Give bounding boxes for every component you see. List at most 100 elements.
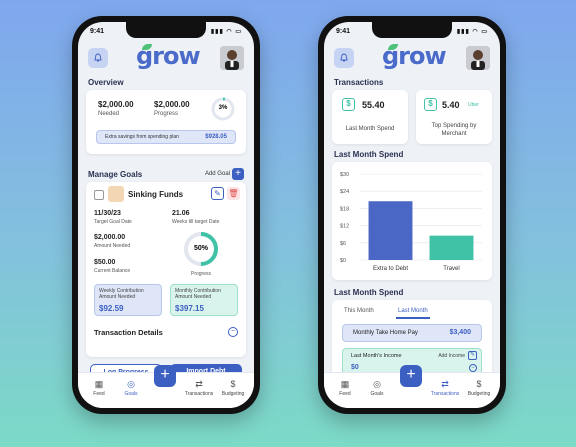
top-merchant-card: $ 5.40 Uber Top Spending by Merchant xyxy=(416,90,492,144)
transactions-title: Transactions xyxy=(334,78,384,87)
dollar-icon: $ xyxy=(342,98,355,111)
add-income-label[interactable]: Add Income xyxy=(438,353,465,359)
edit-icon[interactable]: ✎ xyxy=(211,187,224,200)
spend-chart-card: $30 $24 $18 $12 $6 $0 Extra to Debt Travel xyxy=(332,162,492,280)
nav-feed[interactable]: ▦ Feed xyxy=(328,379,362,397)
trash-icon[interactable]: 🗑 xyxy=(227,187,240,200)
chart2-title: Last Month Spend xyxy=(334,288,404,297)
monthly-amount: $397.15 xyxy=(175,304,204,313)
goal-name: Sinking Funds xyxy=(128,190,184,199)
signal-icon: ▮▮▮ ◠ ▭ xyxy=(210,29,242,35)
chart-title: Last Month Spend xyxy=(334,150,404,159)
dollar-icon: $ xyxy=(424,98,437,111)
nav-goals[interactable]: ◎ Goals xyxy=(360,379,394,397)
extra-savings-bar: Extra savings from spending plan $928.05 xyxy=(96,130,236,144)
target-date: 11/30/23 xyxy=(94,210,121,217)
tab-this-month[interactable]: This Month xyxy=(344,308,374,314)
status-time: 9:41 xyxy=(90,28,105,35)
status-time: 9:41 xyxy=(336,28,351,35)
weeks-label: Weeks till target Date xyxy=(172,219,220,225)
y-tick-label: $24 xyxy=(340,189,349,195)
amount-needed: $2,000.00 xyxy=(94,234,126,241)
dollar-icon: $ xyxy=(476,379,482,389)
nav-feed[interactable]: ▦ Feed xyxy=(82,379,116,397)
swap-icon: ⇄ xyxy=(195,379,203,389)
goals-screen: 9:41 ▮▮▮ ◠ ▭ grow Overview $2,000.00 Nee… xyxy=(78,22,254,408)
y-tick-label: $18 xyxy=(340,206,349,212)
y-tick-label: $30 xyxy=(340,172,349,178)
current-balance-label: Current Balance xyxy=(94,268,131,274)
goal-checkbox[interactable] xyxy=(94,190,104,200)
overview-title: Overview xyxy=(88,78,124,87)
dollar-icon: $ xyxy=(230,379,236,389)
card1-label: Last Month Spend xyxy=(345,126,395,132)
phone-transactions: 9:41 ▮▮▮ ◠ ▭ grow Transactions $ 55.40 L… xyxy=(318,16,506,414)
bottom-nav: ▦ Feed ◎ Goals + ⇄ Transactions $ Budgeting xyxy=(324,365,500,408)
needed-amount: $2,000.00 xyxy=(98,100,134,109)
tab-last-month[interactable]: Last Month xyxy=(398,308,428,314)
nav-budgeting[interactable]: $ Budgeting xyxy=(462,379,496,397)
card2-amount: 5.40 xyxy=(442,100,460,110)
nav-budgeting[interactable]: $ Budgeting xyxy=(216,379,250,397)
weekly-label: Weekly Contribution Amount Needed xyxy=(99,288,144,300)
header: grow xyxy=(324,40,500,80)
income-amount: $0 xyxy=(351,364,359,371)
signal-icon: ▮▮▮ ◠ ▭ xyxy=(456,29,488,35)
nav-transactions[interactable]: ⇄ Transactions xyxy=(428,379,462,397)
grow-logo: grow xyxy=(136,42,201,70)
monthly-label: Monthly Contribution Amount Needed xyxy=(175,288,221,300)
avatar[interactable] xyxy=(220,46,244,70)
current-balance: $50.00 xyxy=(94,259,116,266)
add-button[interactable]: + xyxy=(400,365,422,387)
take-home-amount: $3,400 xyxy=(449,329,471,336)
extra-savings-text: Extra savings from spending plan xyxy=(105,134,179,140)
add-goal-button[interactable]: + xyxy=(232,168,244,180)
manage-goals-title: Manage Goals xyxy=(88,170,143,179)
progress-amount: $2,000.00 xyxy=(154,100,190,109)
weeks-value: 21.06 xyxy=(172,210,190,217)
bar[interactable] xyxy=(429,235,474,260)
nav-transactions[interactable]: ⇄ Transactions xyxy=(182,379,216,397)
grid-icon: ▦ xyxy=(340,379,350,389)
nav-goals[interactable]: ◎ Goals xyxy=(114,379,148,397)
add-button[interactable]: + xyxy=(154,365,176,387)
card1-amount: 55.40 xyxy=(362,100,385,110)
take-home-label: Monthly Take Home Pay xyxy=(353,330,418,336)
income-label: Last Month's Income xyxy=(351,353,402,359)
card2-label: Top Spending by Merchant xyxy=(431,123,477,137)
y-tick-label: $12 xyxy=(340,224,349,230)
needed-label: Needed xyxy=(98,111,120,117)
goal-image xyxy=(108,186,124,202)
card2-merchant: Uber xyxy=(468,102,479,108)
last-month-spend-card: $ 55.40 Last Month Spend xyxy=(332,90,408,144)
collapse-icon[interactable]: − xyxy=(228,327,238,337)
collapse-icon[interactable]: − xyxy=(469,364,477,372)
swap-icon: ⇄ xyxy=(441,379,449,389)
target-date-label: Target Goal Date xyxy=(94,219,132,225)
bell-icon[interactable] xyxy=(88,48,108,68)
edit-icon[interactable]: ✎ xyxy=(468,351,477,360)
bar[interactable] xyxy=(368,201,413,260)
extra-savings-amount: $928.05 xyxy=(205,134,227,140)
spend-bar-chart: $30 $24 $18 $12 $6 $0 Extra to Debt Travel xyxy=(340,172,482,272)
header: grow xyxy=(78,40,254,80)
bell-icon[interactable] xyxy=(334,48,354,68)
target-icon: ◎ xyxy=(373,379,381,389)
progress-label: Progress xyxy=(154,111,179,117)
goal-ring-label: Progress xyxy=(190,271,211,277)
transactions-screen: 9:41 ▮▮▮ ◠ ▭ grow Transactions $ 55.40 L… xyxy=(324,22,500,408)
overview-card: $2,000.00 Needed $2,000.00 Progress 3% E… xyxy=(86,90,246,154)
weekly-contribution: Weekly Contribution Amount Needed $92.59 xyxy=(94,284,162,316)
goal-ring-pct: 50% xyxy=(193,245,208,252)
weekly-amount: $92.59 xyxy=(99,304,124,313)
x-tick-label: Travel xyxy=(443,266,459,272)
progress-pct: 3% xyxy=(218,105,228,111)
transaction-details-title[interactable]: Transaction Details xyxy=(94,328,163,337)
avatar[interactable] xyxy=(466,46,490,70)
tab-underline xyxy=(396,317,430,319)
notch xyxy=(372,22,452,38)
add-goal-label[interactable]: Add Goal xyxy=(205,171,230,177)
y-tick-label: $0 xyxy=(340,258,346,264)
grid-icon: ▦ xyxy=(94,379,104,389)
x-tick-label: Extra to Debt xyxy=(373,266,408,272)
